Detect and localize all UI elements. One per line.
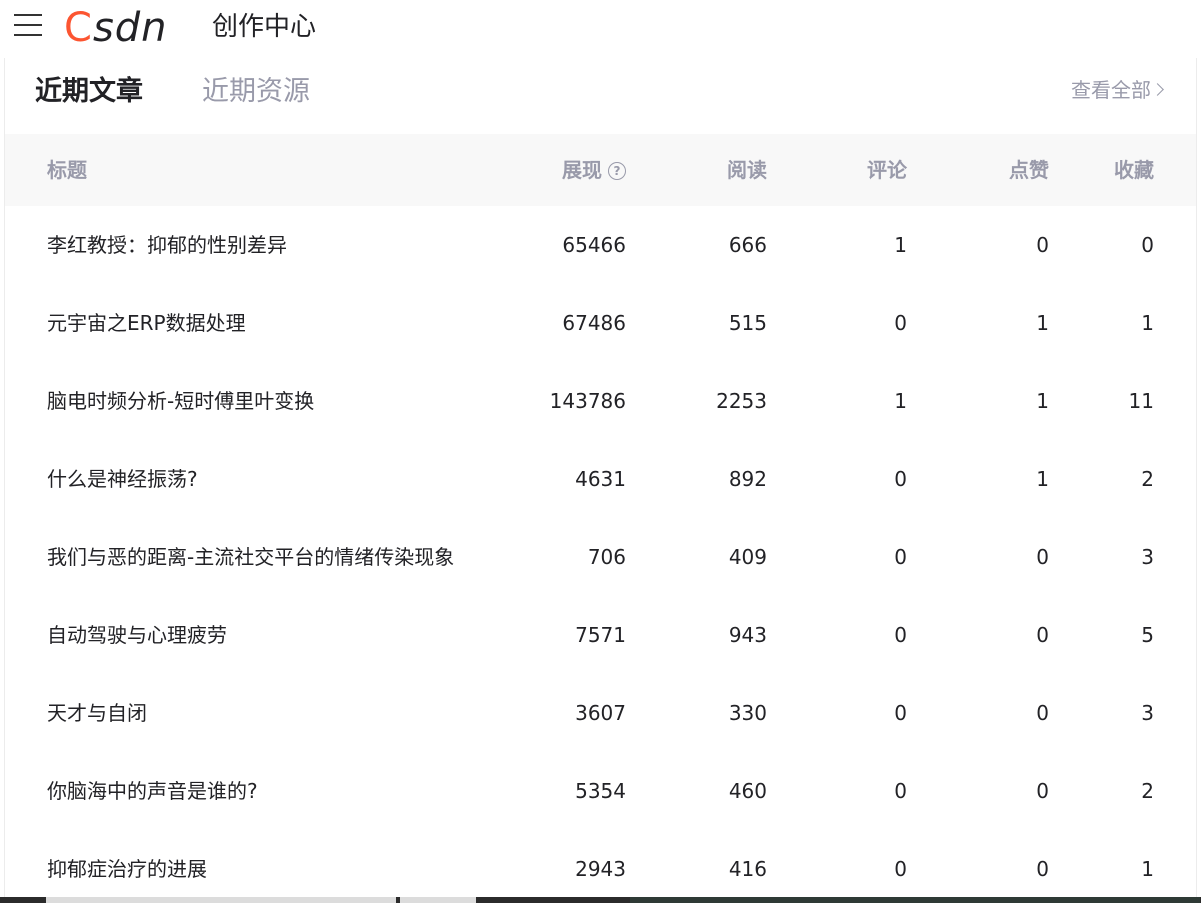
column-header-title: 标题: [47, 158, 87, 182]
cell-comments: 0: [894, 467, 907, 491]
cell-comments: 0: [894, 701, 907, 725]
logo-letters-sdn: SDN: [92, 5, 168, 51]
cell-likes: 1: [1036, 467, 1049, 491]
menu-icon[interactable]: [14, 14, 42, 38]
cell-reads: 409: [728, 545, 767, 569]
cell-impressions: 67486: [562, 311, 626, 335]
cell-likes: 1: [1036, 311, 1049, 335]
taskbar-strip: [0, 897, 1201, 903]
table-row[interactable]: 什么是神经振荡? 4631 892 0 1 2: [5, 440, 1196, 518]
article-title-link[interactable]: 你脑海中的声音是谁的?: [47, 778, 258, 804]
table-row[interactable]: 元宇宙之ERP数据处理 67486 515 0 1 1: [5, 284, 1196, 362]
article-title-link[interactable]: 元宇宙之ERP数据处理: [47, 310, 246, 336]
cell-comments: 0: [894, 545, 907, 569]
cell-comments: 0: [894, 623, 907, 647]
cell-favorites: 3: [1141, 545, 1154, 569]
article-title-link[interactable]: 李红教授：抑郁的性别差异: [47, 232, 287, 258]
column-header-impressions-label: 展现: [562, 158, 602, 182]
column-header-comments: 评论: [867, 158, 907, 182]
cell-impressions: 3607: [575, 701, 626, 725]
article-title-link[interactable]: 自动驾驶与心理疲劳: [47, 622, 227, 648]
cell-favorites: 2: [1141, 779, 1154, 803]
cell-likes: 1: [1036, 389, 1049, 413]
csdn-logo[interactable]: CSDN: [64, 6, 168, 50]
cell-favorites: 1: [1141, 857, 1154, 881]
cell-likes: 0: [1036, 623, 1049, 647]
view-all-link[interactable]: 查看全部: [1071, 76, 1164, 104]
cell-likes: 0: [1036, 857, 1049, 881]
cell-reads: 2253: [716, 389, 767, 413]
cell-impressions: 706: [587, 545, 626, 569]
cell-comments: 0: [894, 857, 907, 881]
table-row[interactable]: 你脑海中的声音是谁的? 5354 460 0 0 2: [5, 752, 1196, 830]
cell-comments: 1: [894, 233, 907, 257]
chevron-right-icon: [1151, 83, 1164, 96]
table-row[interactable]: 天才与自闭 3607 330 0 0 3: [5, 674, 1196, 752]
view-all-label: 查看全部: [1071, 78, 1151, 102]
cell-reads: 892: [728, 467, 767, 491]
cell-impressions: 4631: [575, 467, 626, 491]
article-title-link[interactable]: 我们与恶的距离-主流社交平台的情绪传染现象: [47, 544, 454, 570]
cell-reads: 460: [728, 779, 767, 803]
cell-likes: 0: [1036, 545, 1049, 569]
table-row[interactable]: 我们与恶的距离-主流社交平台的情绪传染现象 706 409 0 0 3: [5, 518, 1196, 596]
cell-favorites: 5: [1141, 623, 1154, 647]
cell-impressions: 5354: [575, 779, 626, 803]
cell-reads: 666: [728, 233, 767, 257]
table-row[interactable]: 李红教授：抑郁的性别差异 65466 666 1 0 0: [5, 206, 1196, 284]
cell-favorites: 0: [1141, 233, 1154, 257]
article-title-link[interactable]: 脑电时频分析-短时傅里叶变换: [47, 388, 314, 414]
taskbar-segment: [630, 897, 1200, 903]
tab-recent-articles[interactable]: 近期文章: [35, 74, 143, 110]
column-header-impressions: 展现?: [562, 158, 626, 182]
taskbar-segment: [46, 897, 396, 903]
table-row[interactable]: 自动驾驶与心理疲劳 7571 943 0 0 5: [5, 596, 1196, 674]
cell-likes: 0: [1036, 779, 1049, 803]
column-header-favorites: 收藏: [1114, 158, 1154, 182]
tab-recent-resources[interactable]: 近期资源: [202, 74, 310, 110]
cell-impressions: 7571: [575, 623, 626, 647]
cell-impressions: 65466: [562, 233, 626, 257]
top-bar: CSDN 创作中心: [0, 0, 1201, 56]
taskbar-segment: [400, 897, 476, 903]
cell-favorites: 1: [1141, 311, 1154, 335]
cell-favorites: 3: [1141, 701, 1154, 725]
cell-impressions: 143786: [549, 389, 626, 413]
article-title-link[interactable]: 天才与自闭: [47, 700, 147, 726]
cell-likes: 0: [1036, 233, 1049, 257]
cell-reads: 515: [728, 311, 767, 335]
column-header-reads: 阅读: [727, 158, 767, 182]
cell-impressions: 2943: [575, 857, 626, 881]
article-title-link[interactable]: 什么是神经振荡?: [47, 466, 198, 492]
column-header-likes: 点赞: [1009, 158, 1049, 182]
cell-reads: 943: [728, 623, 767, 647]
help-icon[interactable]: ?: [608, 162, 626, 180]
cell-comments: 0: [894, 779, 907, 803]
cell-comments: 0: [894, 311, 907, 335]
article-title-link[interactable]: 抑郁症治疗的进展: [47, 856, 207, 882]
cell-favorites: 2: [1141, 467, 1154, 491]
table-row[interactable]: 脑电时频分析-短时傅里叶变换 143786 2253 1 1 11: [5, 362, 1196, 440]
cell-reads: 330: [728, 701, 767, 725]
cell-comments: 1: [894, 389, 907, 413]
recent-articles-panel: 近期文章 近期资源 查看全部 标题 展现? 阅读 评论 点赞 收藏 李红教授：抑…: [4, 58, 1197, 903]
logo-letter-c: C: [64, 5, 93, 51]
cell-likes: 0: [1036, 701, 1049, 725]
page-title: 创作中心: [212, 12, 317, 42]
cell-reads: 416: [728, 857, 767, 881]
table-header: 标题 展现? 阅读 评论 点赞 收藏: [5, 134, 1196, 206]
cell-favorites: 11: [1128, 389, 1154, 413]
